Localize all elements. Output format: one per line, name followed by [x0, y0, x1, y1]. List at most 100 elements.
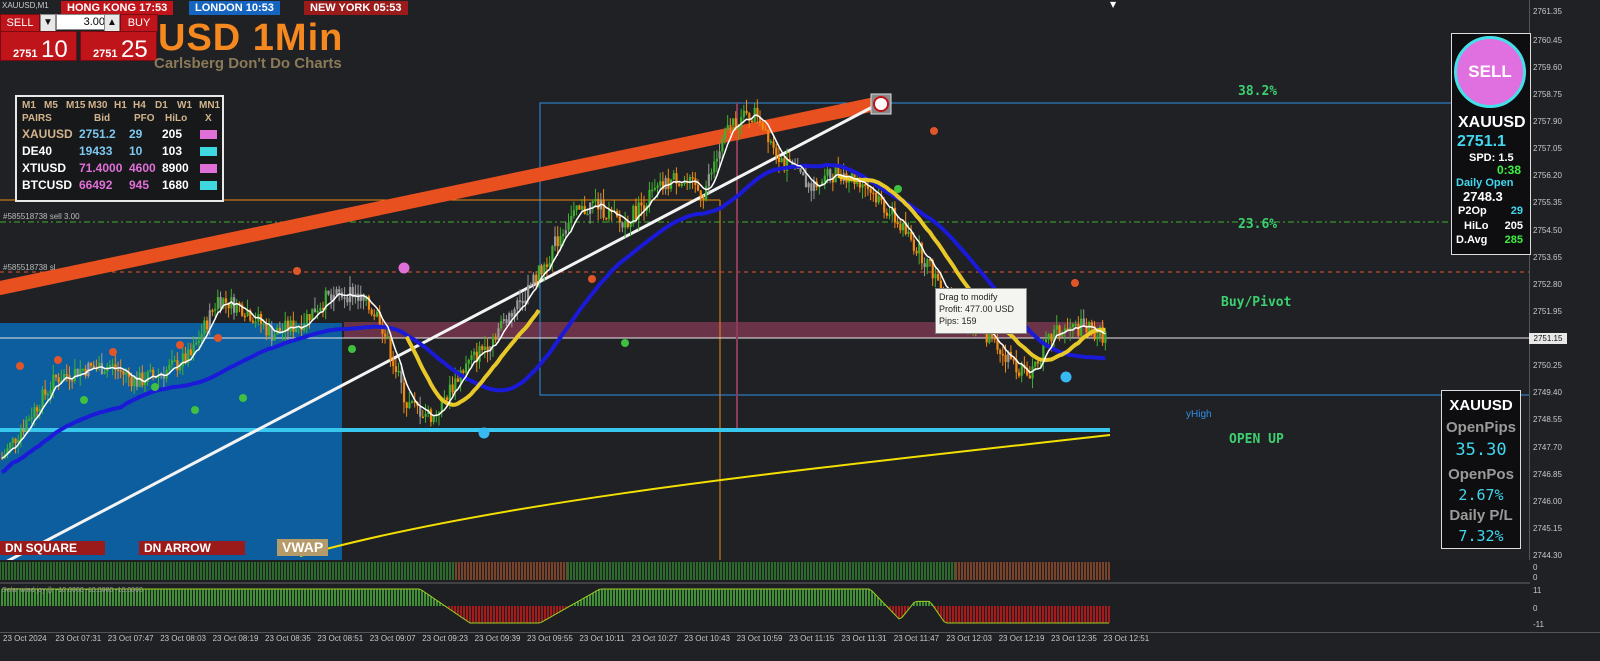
pair-bid: 19433 [79, 144, 113, 158]
pair-pfo: 945 [129, 178, 150, 192]
candle-body [335, 289, 338, 296]
candle-body [554, 236, 557, 247]
candle-body [214, 308, 217, 311]
indicator-panes[interactable] [0, 560, 1530, 632]
candle-body [726, 125, 729, 131]
candle-body [73, 368, 77, 381]
sell-button[interactable]: SELL [0, 14, 40, 32]
hdr-bid: Bid [94, 113, 111, 124]
candle-body [81, 368, 85, 371]
price-tick: 2745.15 [1533, 523, 1562, 533]
candle-body [130, 376, 133, 387]
timeframe-m30[interactable]: M30 [88, 100, 107, 111]
price-tick: 2759.60 [1533, 62, 1562, 72]
timeframe-m15[interactable]: M15 [66, 100, 85, 111]
buy-price-box[interactable]: 2751 25 [80, 31, 157, 63]
candle-body [559, 236, 562, 247]
candle-body [65, 373, 68, 376]
candle-body [46, 393, 50, 396]
fractal-dot [478, 427, 490, 439]
blue-zone-box [0, 323, 342, 561]
candle-body [19, 430, 23, 440]
trading-chart[interactable]: 2761.35 2760.45 2759.60 2758.75 2757.90 2757.… [0, 0, 1600, 661]
time-tick: 23 Oct 10:43 [684, 634, 730, 643]
time-tick: 23 Oct 08:51 [317, 634, 364, 643]
candle-body [108, 365, 112, 367]
candle-body [875, 192, 878, 203]
timeframe-m5[interactable]: M5 [44, 100, 58, 111]
candle-body [478, 346, 481, 362]
time-tick: 23 Oct 10:59 [736, 634, 783, 643]
candle-body [473, 351, 476, 356]
candle-body [330, 294, 333, 301]
order-sell-label: #585518738 sell 3.00 [3, 212, 80, 221]
timeframe-mn1[interactable]: MN1 [199, 100, 220, 111]
candle-body [243, 315, 246, 318]
candle-body [284, 320, 287, 332]
timeframe-h4[interactable]: H4 [133, 100, 146, 111]
price-tick: 2751.95 [1533, 306, 1562, 316]
sell-price-box[interactable]: 2751 10 [0, 31, 77, 63]
open-up-label: OPEN UP [1229, 432, 1284, 447]
timeframe-d1[interactable]: D1 [155, 100, 168, 111]
candle-body [802, 172, 805, 176]
price-tick: 2761.35 [1533, 7, 1562, 16]
pair-name: XTIUSD [22, 161, 67, 175]
panel-davg-label: D.Avg [1456, 234, 1488, 246]
buy-button[interactable]: BUY [120, 14, 158, 32]
price-tick: 2752.80 [1533, 279, 1562, 289]
candle-body [837, 167, 840, 174]
candle-body [295, 327, 298, 332]
time-tick: 23 Oct 12:19 [998, 634, 1045, 643]
candle-body [572, 210, 576, 216]
panel-symbol: XAUUSD [1458, 114, 1526, 131]
candle-body [656, 185, 659, 188]
timeframe-w1[interactable]: W1 [177, 100, 192, 111]
candle-body [500, 320, 503, 329]
candle-body [1017, 372, 1021, 376]
panel-price: 2751.1 [1457, 133, 1506, 150]
symbol-title: XAUUSD,M1 [2, 1, 49, 10]
time-tick: 23 Oct 12:03 [946, 634, 992, 643]
candle-body [405, 402, 408, 408]
candle-body [1001, 353, 1004, 356]
candle-body [316, 311, 319, 313]
panel-daily-open-label: Daily Open [1456, 177, 1514, 189]
candle-body [742, 110, 746, 118]
price-tick: 2757.90 [1533, 117, 1562, 127]
sell-price-small: 2751 [13, 48, 38, 60]
yhigh-label: yHigh [1186, 409, 1212, 420]
candle-body [1050, 334, 1053, 342]
candle-body [206, 320, 209, 330]
pair-bid: 71.4000 [79, 161, 123, 175]
candle-body [152, 369, 155, 377]
candle-body [578, 205, 581, 210]
candle-body [494, 336, 497, 340]
vwap-label: VWAP [277, 539, 329, 556]
hdr-pfo: PFO [134, 113, 155, 124]
timeframe-m1[interactable]: M1 [22, 100, 36, 111]
time-tick: 23 Oct 12:35 [1051, 634, 1097, 643]
order-sl-label: #585518738 sl [3, 263, 56, 272]
candle-body [570, 215, 573, 224]
time-tick: 23 Oct 11:47 [893, 634, 940, 643]
lot-size-input[interactable] [56, 14, 108, 30]
price-chart-area[interactable] [0, 0, 1530, 561]
scroll-marker-icon[interactable]: ▼ [1110, 0, 1116, 9]
open-pips-label: OpenPips [1445, 419, 1516, 436]
time-tick: 23 Oct 09:07 [369, 634, 416, 643]
candle-body [49, 390, 52, 394]
timeframe-h1[interactable]: H1 [114, 100, 127, 111]
fractal-dot [1071, 279, 1079, 287]
time-tick: 23 Oct 08:03 [160, 634, 206, 643]
time-tick: 23 Oct 2024 [3, 634, 47, 643]
lot-increase-button[interactable]: ▲ [104, 14, 120, 32]
fractal-dot [151, 383, 159, 391]
candle-body [586, 213, 589, 216]
candle-body [373, 314, 376, 317]
price-tick: 2746.85 [1533, 469, 1562, 479]
candle-body [634, 205, 638, 220]
candle-body [926, 259, 929, 268]
daily-pl-label: Daily P/L [1449, 507, 1513, 524]
lot-decrease-button[interactable]: ▼ [40, 14, 56, 32]
